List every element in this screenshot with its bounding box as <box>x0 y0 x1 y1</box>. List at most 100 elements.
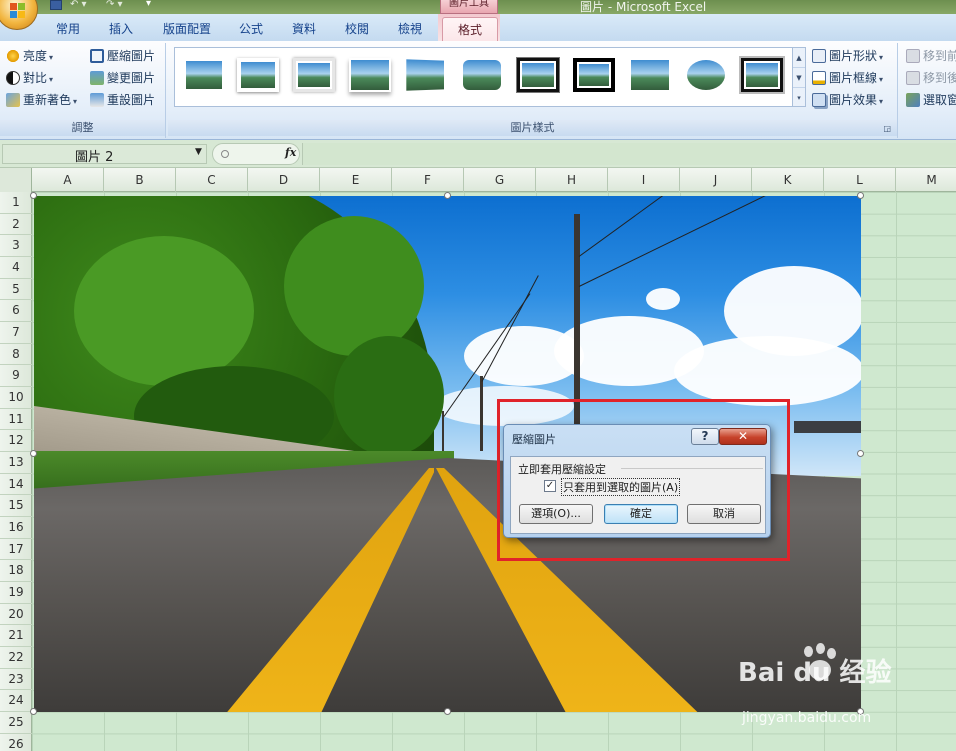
column-header[interactable]: A <box>32 168 104 192</box>
tab-format[interactable]: 格式 <box>442 17 498 41</box>
row-header[interactable]: 4 <box>0 257 32 279</box>
column-header[interactable]: D <box>248 168 320 192</box>
reset-picture-button[interactable]: 重設圖片 <box>90 90 155 110</box>
qat-customize-icon[interactable]: ▾ <box>146 0 151 9</box>
select-all-corner[interactable] <box>0 168 32 192</box>
style-thumb[interactable] <box>573 58 615 92</box>
tab-home[interactable]: 常用 <box>50 17 86 41</box>
tab-formulas[interactable]: 公式 <box>233 17 269 41</box>
bring-forward-button[interactable]: 移到前 <box>906 46 956 66</box>
apply-selected-only-label[interactable]: 只套用到選取的圖片(A) <box>561 478 681 496</box>
row-header[interactable]: 14 <box>0 474 32 496</box>
undo-icon[interactable]: ↶ ▾ <box>70 0 87 10</box>
row-header[interactable]: 12 <box>0 430 32 452</box>
options-button[interactable]: 選項(O)... <box>519 504 593 524</box>
ok-button[interactable]: 確定 <box>604 504 678 524</box>
change-picture-button[interactable]: 變更圖片 <box>90 68 155 88</box>
tab-review[interactable]: 校閱 <box>339 17 375 41</box>
selection-pane-button[interactable]: 選取窗 <box>906 90 956 110</box>
column-header[interactable]: M <box>896 168 956 192</box>
column-header[interactable]: F <box>392 168 464 192</box>
row-header-column: 1 2 3 4 5 6 7 8 9 10 11 12 13 14 15 16 1… <box>0 192 32 751</box>
row-header[interactable]: 21 <box>0 625 32 647</box>
send-backward-button[interactable]: 移到後 <box>906 68 956 88</box>
row-header[interactable]: 17 <box>0 539 32 561</box>
column-header[interactable]: K <box>752 168 824 192</box>
style-thumb[interactable] <box>685 58 727 92</box>
tab-page-layout[interactable]: 版面配置 <box>156 17 218 41</box>
resize-handle[interactable] <box>444 192 451 199</box>
row-header[interactable]: 18 <box>0 560 32 582</box>
row-header[interactable]: 20 <box>0 604 32 626</box>
brightness-button[interactable]: 亮度 ▾ <box>6 46 53 66</box>
compress-pictures-button[interactable]: 壓縮圖片 <box>90 46 155 66</box>
tab-data[interactable]: 資料 <box>286 17 322 41</box>
row-header[interactable]: 6 <box>0 300 32 322</box>
cancel-button[interactable]: 取消 <box>687 504 761 524</box>
help-button[interactable]: ? <box>691 428 719 445</box>
row-header[interactable]: 22 <box>0 647 32 669</box>
resize-handle[interactable] <box>30 192 37 199</box>
tab-insert[interactable]: 插入 <box>103 17 139 41</box>
style-thumb[interactable] <box>741 58 783 92</box>
redo-icon[interactable]: ↷ ▾ <box>106 0 123 10</box>
row-header[interactable]: 23 <box>0 669 32 691</box>
zoom-handle-icon[interactable] <box>221 150 229 158</box>
column-header[interactable]: L <box>824 168 896 192</box>
gallery-scrollbar[interactable]: ▲ ▼ ▾ <box>792 47 806 107</box>
style-thumb[interactable] <box>516 57 560 93</box>
contrast-button[interactable]: 對比 ▾ <box>6 68 53 88</box>
column-header[interactable]: J <box>680 168 752 192</box>
picture-shape-button[interactable]: 圖片形狀 ▾ <box>812 46 883 66</box>
row-header[interactable]: 8 <box>0 344 32 366</box>
row-header[interactable]: 3 <box>0 235 32 257</box>
insert-function-button[interactable]: fx <box>285 146 296 159</box>
picture-border-button[interactable]: 圖片框線 ▾ <box>812 68 883 88</box>
scroll-down-icon[interactable]: ▼ <box>793 68 805 88</box>
row-header[interactable]: 5 <box>0 279 32 301</box>
save-icon[interactable] <box>50 0 62 10</box>
gallery-more-icon[interactable]: ▾ <box>793 88 805 108</box>
column-header[interactable]: B <box>104 168 176 192</box>
row-header[interactable]: 10 <box>0 387 32 409</box>
row-header[interactable]: 19 <box>0 582 32 604</box>
resize-handle[interactable] <box>30 708 37 715</box>
apply-selected-only-checkbox[interactable]: ✓ <box>544 480 556 492</box>
picture-effects-button[interactable]: 圖片效果 ▾ <box>812 90 883 110</box>
dialog-launcher-icon[interactable]: ◲ <box>883 124 891 133</box>
column-header[interactable]: G <box>464 168 536 192</box>
row-header[interactable]: 16 <box>0 517 32 539</box>
row-header[interactable]: 15 <box>0 495 32 517</box>
row-header[interactable]: 13 <box>0 452 32 474</box>
row-header[interactable]: 7 <box>0 322 32 344</box>
column-header[interactable]: E <box>320 168 392 192</box>
style-thumb[interactable] <box>461 58 503 92</box>
formula-input[interactable] <box>302 143 956 165</box>
row-header[interactable]: 9 <box>0 365 32 387</box>
style-thumb[interactable] <box>349 58 391 92</box>
style-thumb[interactable] <box>293 58 335 92</box>
row-header[interactable]: 26 <box>0 734 32 751</box>
row-header[interactable]: 25 <box>0 712 32 734</box>
scroll-up-icon[interactable]: ▲ <box>793 48 805 68</box>
close-button[interactable]: ✕ <box>719 428 767 445</box>
resize-handle[interactable] <box>857 192 864 199</box>
column-header[interactable]: H <box>536 168 608 192</box>
resize-handle[interactable] <box>30 450 37 457</box>
row-header[interactable]: 2 <box>0 214 32 236</box>
style-thumb[interactable] <box>183 58 225 92</box>
style-thumb[interactable] <box>404 57 446 93</box>
name-box[interactable]: 圖片 2 ▼ <box>2 144 207 165</box>
row-header[interactable]: 1 <box>0 192 32 214</box>
recolor-button[interactable]: 重新著色 ▾ <box>6 90 77 110</box>
resize-handle[interactable] <box>857 450 864 457</box>
column-header[interactable]: I <box>608 168 680 192</box>
row-header[interactable]: 11 <box>0 409 32 431</box>
row-header[interactable]: 24 <box>0 690 32 712</box>
resize-handle[interactable] <box>444 708 451 715</box>
column-header[interactable]: C <box>176 168 248 192</box>
chevron-down-icon[interactable]: ▼ <box>195 147 202 157</box>
style-thumb[interactable] <box>237 58 279 92</box>
style-thumb[interactable] <box>629 58 671 92</box>
tab-view[interactable]: 檢視 <box>392 17 428 41</box>
